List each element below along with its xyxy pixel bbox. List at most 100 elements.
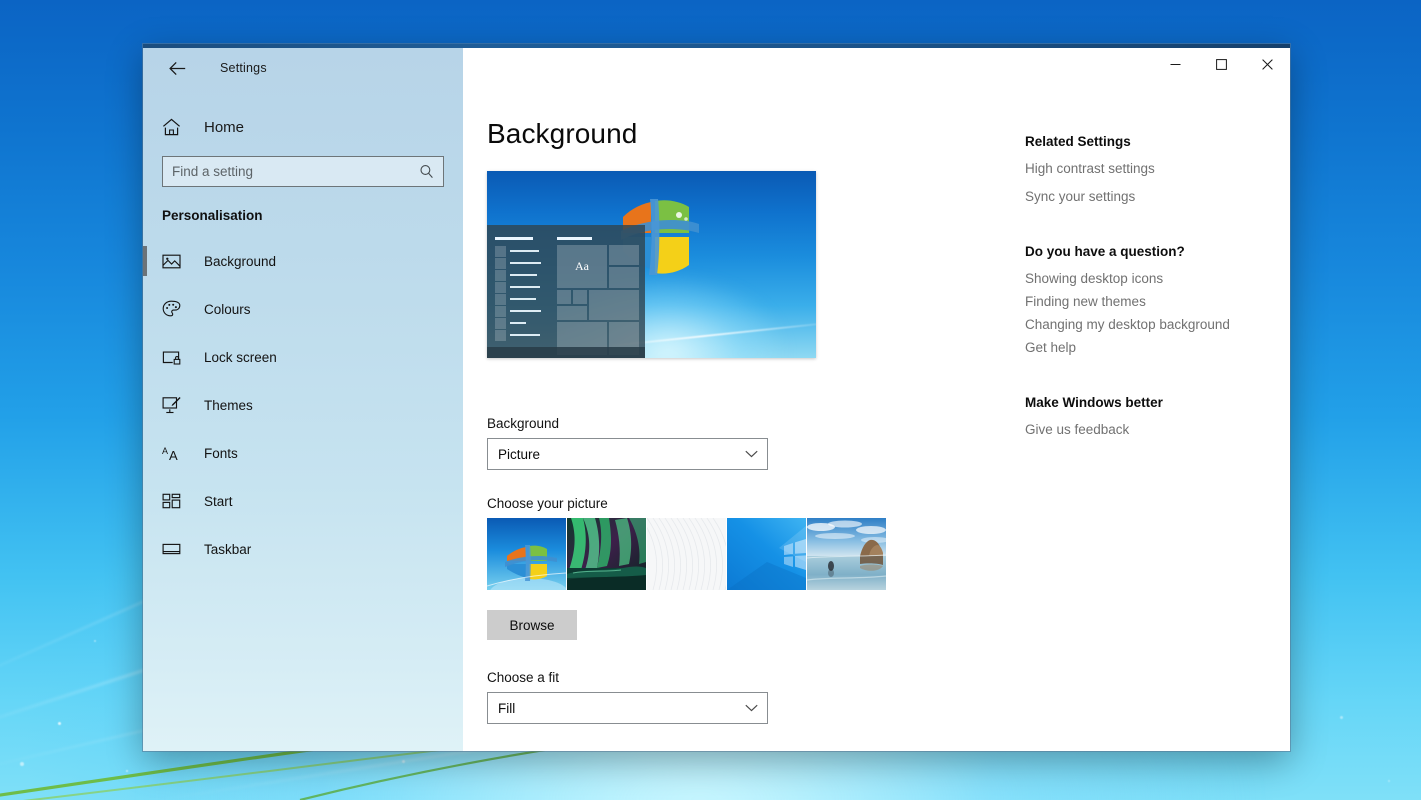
thumbnail-white-lines-wallpaper[interactable] (647, 518, 726, 590)
back-arrow-icon (169, 61, 186, 76)
browse-button[interactable]: Browse (487, 610, 577, 640)
page-title: Background (487, 120, 1007, 148)
choose-fit-label: Choose a fit (487, 670, 1007, 685)
thumbnail-windows-7-logo-wallpaper[interactable] (487, 518, 566, 590)
background-type-label: Background (487, 416, 1007, 431)
choose-fit-dropdown[interactable]: Fill (487, 692, 768, 724)
font-icon: A A (162, 445, 192, 462)
thumbnail-aurora-wallpaper[interactable] (567, 518, 646, 590)
sidebar-item-colours[interactable]: Colours (143, 285, 463, 333)
sidebar-item-label: Lock screen (204, 350, 277, 365)
close-icon (1262, 59, 1273, 70)
tile-small (557, 306, 587, 320)
wallpaper-sparkle (20, 762, 24, 766)
thumbnail-beach-rock-wallpaper[interactable] (807, 518, 886, 590)
background-preview: Aa (487, 171, 816, 358)
related-settings-panel: Related Settings High contrast settings … (1025, 120, 1290, 724)
sidebar-item-label: Themes (204, 398, 253, 413)
aside-block-questions: Do you have a question? Showing desktop … (1025, 244, 1290, 355)
sidebar-item-fonts[interactable]: A A Fonts (143, 429, 463, 477)
search-box[interactable] (162, 156, 444, 187)
sidebar-item-label: Start (204, 494, 233, 509)
start-menu-mockup: Aa (487, 225, 645, 358)
wallpaper-sparkle (58, 722, 61, 725)
close-button[interactable] (1244, 48, 1290, 80)
window-body: Settings Home (143, 48, 1290, 751)
desktop-wallpaper: Settings Home (0, 0, 1421, 800)
sidebar-item-taskbar[interactable]: Taskbar (143, 525, 463, 573)
maximize-icon (1216, 59, 1227, 70)
aside-heading: Make Windows better (1025, 395, 1290, 410)
sidebar-item-label: Colours (204, 302, 251, 317)
sidebar-item-lock-screen[interactable]: Lock screen (143, 333, 463, 381)
choose-picture-label: Choose your picture (487, 496, 1007, 511)
aside-link-sync-your-settings[interactable]: Sync your settings (1025, 189, 1135, 204)
window-titlebar-left: Settings (143, 48, 463, 88)
aside-link-showing-desktop-icons[interactable]: Showing desktop icons (1025, 271, 1163, 286)
settings-window: Settings Home (143, 44, 1290, 751)
palette-icon (162, 300, 192, 318)
aside-link-high-contrast-settings[interactable]: High contrast settings (1025, 161, 1155, 176)
background-type-dropdown[interactable]: Picture (487, 438, 768, 470)
tile-small (609, 267, 639, 288)
sidebar-item-label: Background (204, 254, 276, 269)
search-icon[interactable] (415, 157, 437, 186)
sidebar-item-label: Fonts (204, 446, 238, 461)
aside-link-get-help[interactable]: Get help (1025, 340, 1076, 355)
app-list-item (495, 293, 541, 305)
chevron-down-icon (745, 704, 758, 712)
app-list-item (495, 269, 541, 281)
app-list-header-bar (495, 237, 533, 240)
aside-link-finding-new-themes[interactable]: Finding new themes (1025, 294, 1146, 309)
app-list-item (495, 257, 541, 269)
content-inner: Background (463, 88, 1290, 724)
sidebar-item-label: Home (204, 119, 244, 136)
navigation-pane: Settings Home (143, 48, 463, 751)
sidebar-item-themes[interactable]: Themes (143, 381, 463, 429)
picture-thumbnail-row (487, 518, 1007, 590)
svg-text:A: A (169, 448, 178, 462)
minimize-icon (1170, 59, 1181, 70)
search-input[interactable] (163, 157, 443, 186)
aside-heading: Related Settings (1025, 134, 1290, 149)
choose-fit-value: Fill (498, 701, 515, 716)
wallpaper-sparkle (1388, 780, 1390, 782)
start-app-list (495, 237, 541, 341)
maximize-button[interactable] (1198, 48, 1244, 80)
app-list-item (495, 329, 541, 341)
sidebar-item-home[interactable]: Home (143, 108, 463, 146)
tile-small (557, 290, 571, 304)
search-container (143, 146, 463, 187)
app-list-item (495, 305, 541, 317)
aside-link-give-us-feedback[interactable]: Give us feedback (1025, 422, 1129, 437)
home-icon (162, 118, 192, 136)
wallpaper-sparkle (402, 760, 405, 763)
picture-icon (162, 253, 192, 270)
minimize-button[interactable] (1152, 48, 1198, 80)
svg-text:A: A (162, 446, 168, 456)
tile-small (609, 245, 639, 265)
aside-link-changing-my-desktop-background[interactable]: Changing my desktop background (1025, 317, 1230, 332)
background-type-value: Picture (498, 447, 540, 462)
back-button[interactable] (162, 53, 192, 83)
nav-list: Background Colours (143, 237, 463, 573)
aside-block-make-windows-better: Make Windows better Give us feedback (1025, 395, 1290, 437)
taskbar-mockup (487, 347, 645, 358)
thumbnail-windows-10-blue-wallpaper[interactable] (727, 518, 806, 590)
app-list-item (495, 317, 541, 329)
main-column: Background (487, 120, 1007, 724)
choose-fit-group: Choose a fit Fill (487, 670, 1007, 724)
taskbar-icon (162, 542, 192, 556)
sidebar-item-start[interactable]: Start (143, 477, 463, 525)
content-pane: Background (463, 48, 1290, 751)
tiles-header-bar (557, 237, 592, 240)
tile-medium (589, 290, 639, 320)
background-type-group: Background Picture (487, 416, 1007, 470)
nav-section-title: Personalisation (143, 187, 463, 223)
lock-screen-icon (162, 349, 192, 366)
start-tiles: Aa (557, 237, 639, 355)
sidebar-item-background[interactable]: Background (143, 237, 463, 285)
tile-small (573, 290, 587, 304)
aside-heading: Do you have a question? (1025, 244, 1290, 259)
window-controls (463, 48, 1290, 88)
